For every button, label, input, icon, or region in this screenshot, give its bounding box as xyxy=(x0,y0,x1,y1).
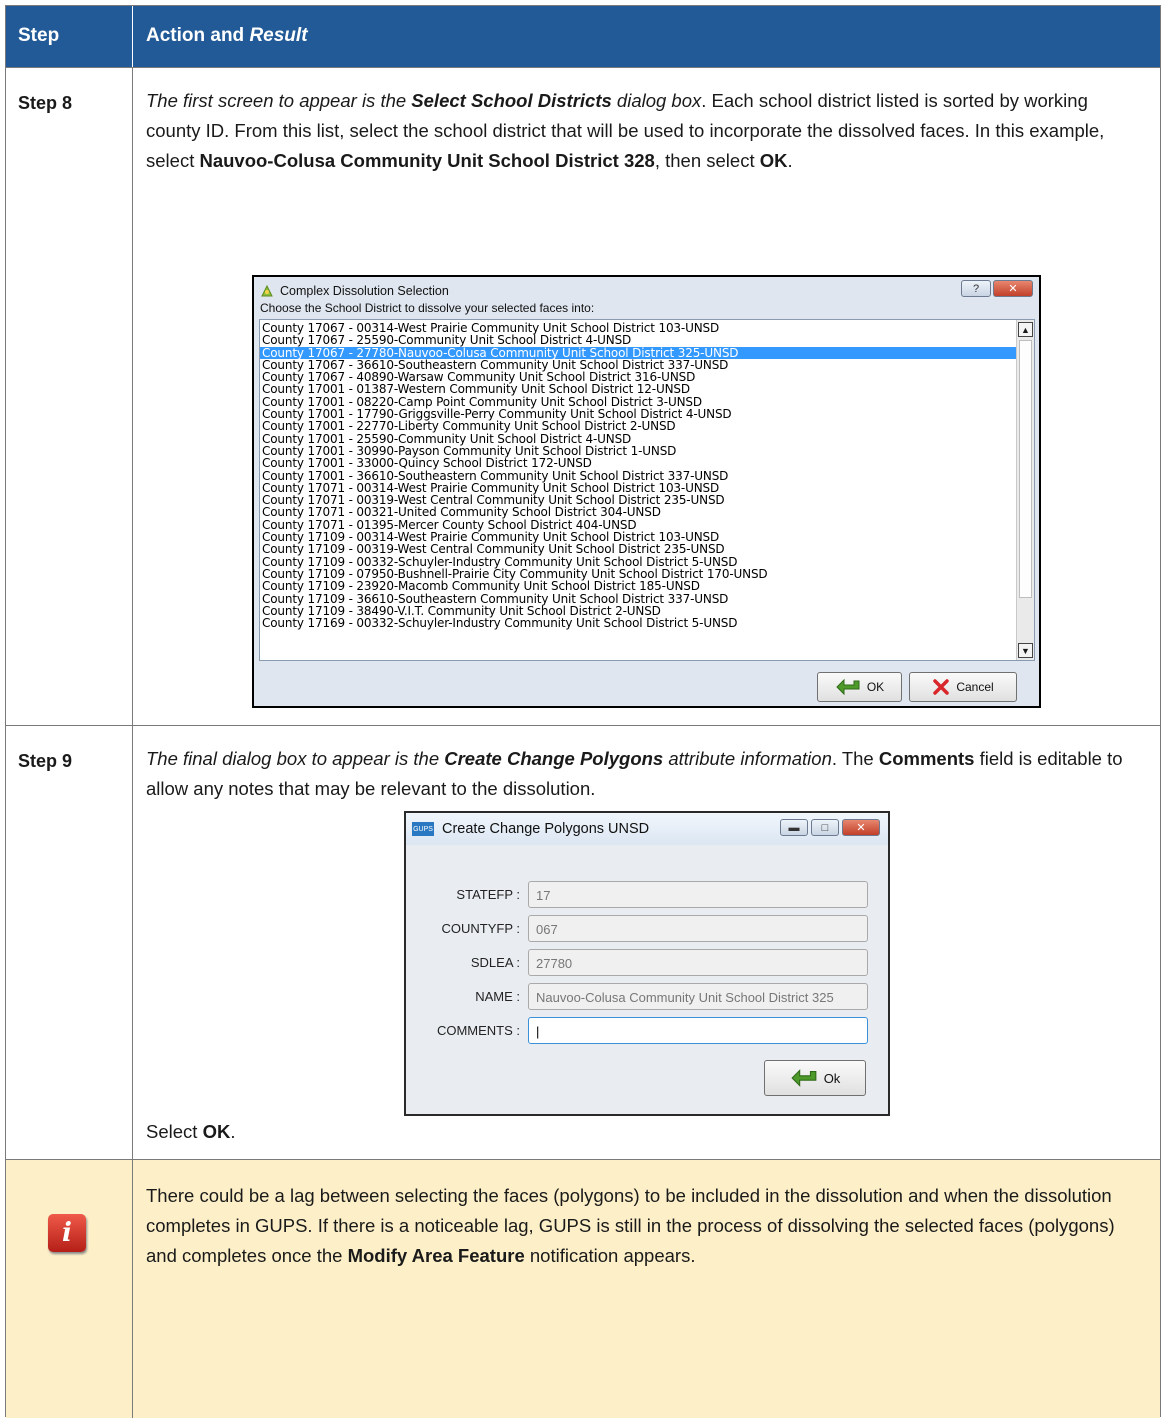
help-button[interactable]: ? xyxy=(961,280,991,297)
countyfp-label: COUNTYFP : xyxy=(441,921,521,936)
step-8-text-2: dialog box xyxy=(611,90,702,111)
green-arrow-icon xyxy=(791,1069,817,1087)
statefp-label: STATEFP : xyxy=(456,887,520,902)
close-button[interactable]: ✕ xyxy=(993,280,1033,297)
list-item[interactable]: County 17169 - 00332-Schuyler-Industry C… xyxy=(260,617,1016,630)
step-header-cell: Step xyxy=(6,6,133,67)
step-9-label: Step 9 xyxy=(18,751,73,771)
step-9-text-3: . The xyxy=(831,748,879,769)
scroll-down-icon[interactable]: ▼ xyxy=(1018,643,1033,658)
instruction-table: Step Action and Result Step 8 The first … xyxy=(5,5,1161,1418)
step-8-ok-word: OK xyxy=(759,150,788,171)
comments-input[interactable]: | xyxy=(528,1017,868,1044)
maximize-icon[interactable]: □ xyxy=(811,819,839,836)
gups-app-icon: GUPS xyxy=(412,822,434,836)
note-text-cell: There could be a lag between selecting t… xyxy=(134,1160,1160,1418)
list-item[interactable]: County 17001 - 01387-Western Community U… xyxy=(260,383,1016,396)
step-9-description: The final dialog box to appear is the Cr… xyxy=(146,744,1146,804)
sdlea-label: SDLEA : xyxy=(470,955,520,970)
action-column-header: Action and Result xyxy=(146,25,308,47)
table-header-row: Step Action and Result xyxy=(6,6,1160,68)
action-header-text: Action and xyxy=(146,25,250,46)
step-9-cell: Step 9 xyxy=(6,726,133,1159)
scroll-thumb[interactable] xyxy=(1019,340,1032,598)
select-text: Select xyxy=(146,1121,203,1142)
step-8-cell: Step 8 xyxy=(6,68,133,725)
dialog-prompt: Choose the School District to dissolve y… xyxy=(260,301,595,315)
info-icon: i xyxy=(48,1214,86,1252)
create-change-polygons-dialog: GUPS Create Change Polygons UNSD ▬ □ ✕ S… xyxy=(404,811,890,1116)
step-8-dialog-name: Select School Districts xyxy=(411,90,612,111)
step-9-row: Step 9 The final dialog box to appear is… xyxy=(6,726,1160,1160)
list-item[interactable]: County 17109 - 00319-West Central Commun… xyxy=(260,543,1016,556)
step-8-text-5: . xyxy=(787,150,793,171)
complex-dissolution-dialog: Complex Dissolution Selection ? ✕ Choose… xyxy=(252,275,1041,708)
statefp-field: 17 xyxy=(528,881,868,908)
note-feature-name: Modify Area Feature xyxy=(347,1245,525,1266)
list-item[interactable]: County 17071 - 00321-United Community Sc… xyxy=(260,506,1016,519)
action-header-cell: Action and Result xyxy=(134,6,1160,67)
dialog-title: Complex Dissolution Selection xyxy=(280,284,449,298)
countyfp-field: 067 xyxy=(528,915,868,942)
step-8-description: The first screen to appear is the Select… xyxy=(146,86,1146,176)
note-text-2: notification appears. xyxy=(524,1245,696,1266)
step-9-action-cell: The final dialog box to appear is the Cr… xyxy=(134,726,1160,1159)
cancel-button[interactable]: Cancel xyxy=(909,672,1017,702)
scroll-up-icon[interactable]: ▲ xyxy=(1018,322,1033,337)
name-field: Nauvoo-Colusa Community Unit School Dist… xyxy=(528,983,868,1010)
list-item[interactable]: County 17109 - 23920-Macomb Community Un… xyxy=(260,580,1016,593)
step-8-district-name: Nauvoo-Colusa Community Unit School Dist… xyxy=(199,150,655,171)
dialog-title: Create Change Polygons UNSD xyxy=(442,821,650,837)
ok-label: Ok xyxy=(823,1070,841,1086)
step-8-text-1: The first screen to appear is the xyxy=(146,90,412,111)
list-items: County 17067 - 00314-West Prairie Commun… xyxy=(260,322,1016,629)
school-district-list[interactable]: County 17067 - 00314-West Prairie Commun… xyxy=(259,319,1035,661)
result-header-text: Result xyxy=(249,25,308,46)
list-item[interactable]: County 17001 - 22770-Liberty Community U… xyxy=(260,420,1016,433)
sdlea-field: 27780 xyxy=(528,949,868,976)
name-label: NAME : xyxy=(475,989,520,1004)
select-ok-instruction: Select OK. xyxy=(146,1121,235,1143)
red-x-icon xyxy=(933,679,950,695)
list-item[interactable]: County 17067 - 25590-Community Unit Scho… xyxy=(260,334,1016,347)
dialog-title-group: GUPS Create Change Polygons UNSD xyxy=(412,821,649,837)
step-9-dialog-name: Create Change Polygons xyxy=(444,748,664,769)
note-text: There could be a lag between selecting t… xyxy=(146,1181,1146,1271)
comments-label: COMMENTS : xyxy=(436,1023,520,1038)
list-item[interactable]: County 17001 - 36610-Southeastern Commun… xyxy=(260,469,1016,482)
dialog-title-bar: Complex Dissolution Selection xyxy=(260,281,449,301)
window-controls: ▬ □ ✕ xyxy=(780,819,880,836)
list-scrollbar[interactable]: ▲ ▼ xyxy=(1016,320,1034,660)
ok-button[interactable]: OK xyxy=(817,672,902,702)
green-arrow-icon xyxy=(836,678,860,696)
step-8-row: Step 8 The first screen to appear is the… xyxy=(6,68,1160,726)
list-item[interactable]: County 17001 - 33000-Quincy School Distr… xyxy=(260,457,1016,470)
qgis-icon xyxy=(261,284,273,297)
select-end: . xyxy=(230,1121,236,1142)
dialog-title-bar: GUPS Create Change Polygons UNSD ▬ □ ✕ xyxy=(406,813,888,845)
cancel-label: Cancel xyxy=(956,680,994,694)
step-8-label: Step 8 xyxy=(18,93,73,113)
step-9-comments-word: Comments xyxy=(878,748,975,769)
list-item[interactable]: County 17109 - 36610-Southeastern Commun… xyxy=(260,592,1016,605)
window-controls: ? ✕ xyxy=(961,280,1033,297)
step-9-text-2: attribute information xyxy=(663,748,832,769)
step-9-text-1: The final dialog box to appear is the xyxy=(146,748,445,769)
step-8-text-4: , then select xyxy=(654,150,760,171)
minimize-icon[interactable]: ▬ xyxy=(780,819,808,836)
close-icon[interactable]: ✕ xyxy=(842,819,880,836)
ok-label: OK xyxy=(866,680,885,694)
select-ok-word: OK xyxy=(202,1121,231,1142)
step-8-action-cell: The first screen to appear is the Select… xyxy=(134,68,1160,725)
note-row: i There could be a lag between selecting… xyxy=(6,1160,1160,1418)
step-column-header: Step xyxy=(18,25,60,46)
ok-button[interactable]: Ok xyxy=(764,1060,866,1096)
note-icon-cell: i xyxy=(6,1160,133,1418)
